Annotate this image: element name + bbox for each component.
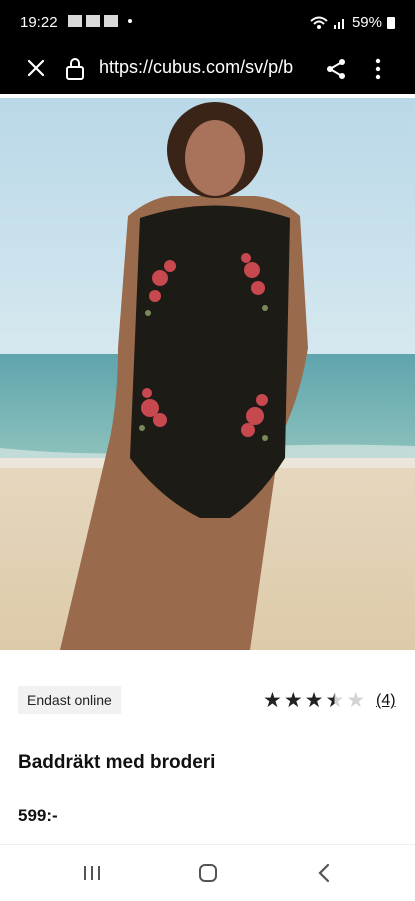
status-time: 19:22: [20, 14, 58, 31]
notification-icon: [68, 15, 82, 27]
notification-icon: [86, 15, 100, 27]
back-icon[interactable]: [315, 863, 333, 883]
notification-icons: [68, 15, 132, 27]
close-icon[interactable]: [24, 56, 48, 80]
product-title: Baddräkt med broderi: [18, 752, 216, 773]
home-icon[interactable]: [198, 863, 218, 883]
product-price: 599:-: [18, 806, 58, 825]
share-icon[interactable]: [324, 57, 348, 81]
recent-apps-icon[interactable]: [82, 864, 102, 882]
swimsuit-photo: [0, 98, 415, 650]
star-icon: ★: [304, 689, 324, 712]
wifi-icon: [310, 16, 328, 29]
system-nav-bar: [0, 844, 415, 901]
star-icon: ★: [263, 689, 282, 712]
lock-icon[interactable]: [64, 57, 86, 81]
browser-toolbar: https://cubus.com/sv/p/b: [0, 44, 415, 94]
notification-icon: [104, 15, 118, 27]
online-only-badge: Endast online: [18, 686, 121, 714]
star-half-icon: ★: [325, 689, 345, 712]
status-right: 59%: [310, 14, 395, 31]
battery-icon: [387, 16, 395, 29]
star-empty-icon: ★: [346, 689, 366, 712]
review-count-link[interactable]: (4): [376, 692, 396, 710]
battery-percent: 59%: [351, 14, 382, 31]
more-icon[interactable]: [370, 57, 386, 81]
rating-stars[interactable]: ★ ★ ★ ★ ★: [263, 689, 366, 712]
url-field[interactable]: https://cubus.com/sv/p/b: [99, 57, 314, 78]
status-bar: 19:22 59%: [0, 0, 415, 44]
more-notifications-icon: [128, 19, 132, 23]
signal-icon: [333, 18, 344, 29]
product-image[interactable]: [0, 98, 415, 650]
star-icon: ★: [283, 689, 303, 712]
